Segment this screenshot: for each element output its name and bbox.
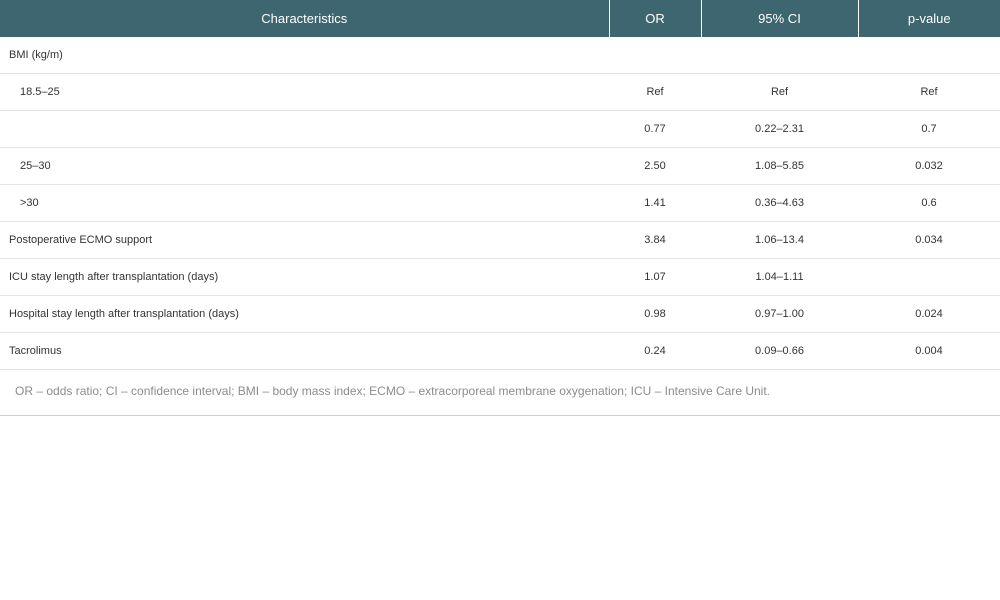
table-row: Hospital stay length after transplantati… bbox=[0, 295, 1000, 333]
results-table: Characteristics OR 95% CI p-value BMI (k… bbox=[0, 0, 1000, 370]
header-characteristics: Characteristics bbox=[0, 0, 610, 37]
row-label bbox=[0, 110, 609, 148]
table-row: 18.5–25 Ref Ref Ref bbox=[0, 73, 1000, 111]
p-value-cell bbox=[858, 37, 1000, 74]
p-value-cell: 0.004 bbox=[858, 332, 1000, 370]
or-cell: 3.84 bbox=[609, 221, 701, 259]
or-cell: 0.24 bbox=[609, 332, 701, 370]
row-label: Hospital stay length after transplantati… bbox=[0, 295, 609, 333]
row-label: Postoperative ECMO support bbox=[0, 221, 609, 259]
header-ci: 95% CI bbox=[701, 0, 859, 37]
table-row: >30 1.41 0.36–4.63 0.6 bbox=[0, 184, 1000, 222]
ci-cell: 1.04–1.11 bbox=[701, 258, 858, 296]
ci-cell: 1.06–13.4 bbox=[701, 221, 858, 259]
p-value-cell: 0.6 bbox=[858, 184, 1000, 222]
p-value-cell: 0.024 bbox=[858, 295, 1000, 333]
or-cell: 0.77 bbox=[609, 110, 701, 148]
or-cell: 1.07 bbox=[609, 258, 701, 296]
table-row: Tacrolimus 0.24 0.09–0.66 0.004 bbox=[0, 332, 1000, 370]
table-row: Postoperative ECMO support 3.84 1.06–13.… bbox=[0, 221, 1000, 259]
row-label: >30 bbox=[0, 184, 609, 222]
ci-cell: 0.36–4.63 bbox=[701, 184, 858, 222]
row-label: ICU stay length after transplantation (d… bbox=[0, 258, 609, 296]
or-cell: 1.41 bbox=[609, 184, 701, 222]
or-cell: Ref bbox=[609, 73, 701, 111]
table-row: BMI (kg/m) bbox=[0, 37, 1000, 74]
p-value-cell: 0.7 bbox=[858, 110, 1000, 148]
or-cell bbox=[609, 37, 701, 74]
header-or: OR bbox=[609, 0, 702, 37]
row-label: BMI (kg/m) bbox=[0, 37, 609, 74]
row-label: 25–30 bbox=[0, 147, 609, 185]
table-row: ICU stay length after transplantation (d… bbox=[0, 258, 1000, 296]
table-header: Characteristics OR 95% CI p-value bbox=[0, 0, 1000, 37]
ci-cell: 0.22–2.31 bbox=[701, 110, 858, 148]
results-table-container: Characteristics OR 95% CI p-value BMI (k… bbox=[0, 0, 1000, 370]
table-body: BMI (kg/m) 18.5–25 Ref Ref Ref 0.77 0.22… bbox=[0, 37, 1000, 370]
table-row: 25–30 2.50 1.08–5.85 0.032 bbox=[0, 147, 1000, 185]
table-row: 0.77 0.22–2.31 0.7 bbox=[0, 110, 1000, 148]
p-value-cell: 0.032 bbox=[858, 147, 1000, 185]
ci-cell: 1.08–5.85 bbox=[701, 147, 858, 185]
or-cell: 0.98 bbox=[609, 295, 701, 333]
ci-cell: 0.97–1.00 bbox=[701, 295, 858, 333]
table-footnote: OR – odds ratio; CI – confidence interva… bbox=[0, 367, 1000, 416]
header-row: Characteristics OR 95% CI p-value bbox=[0, 0, 1000, 37]
p-value-cell bbox=[858, 258, 1000, 296]
ci-cell bbox=[701, 37, 858, 74]
row-label: Tacrolimus bbox=[0, 332, 609, 370]
or-cell: 2.50 bbox=[609, 147, 701, 185]
row-label: 18.5–25 bbox=[0, 73, 609, 111]
ci-cell: 0.09–0.66 bbox=[701, 332, 858, 370]
p-value-cell: Ref bbox=[858, 73, 1000, 111]
p-value-cell: 0.034 bbox=[858, 221, 1000, 259]
ci-cell: Ref bbox=[701, 73, 858, 111]
header-p-value: p-value bbox=[858, 0, 1000, 37]
